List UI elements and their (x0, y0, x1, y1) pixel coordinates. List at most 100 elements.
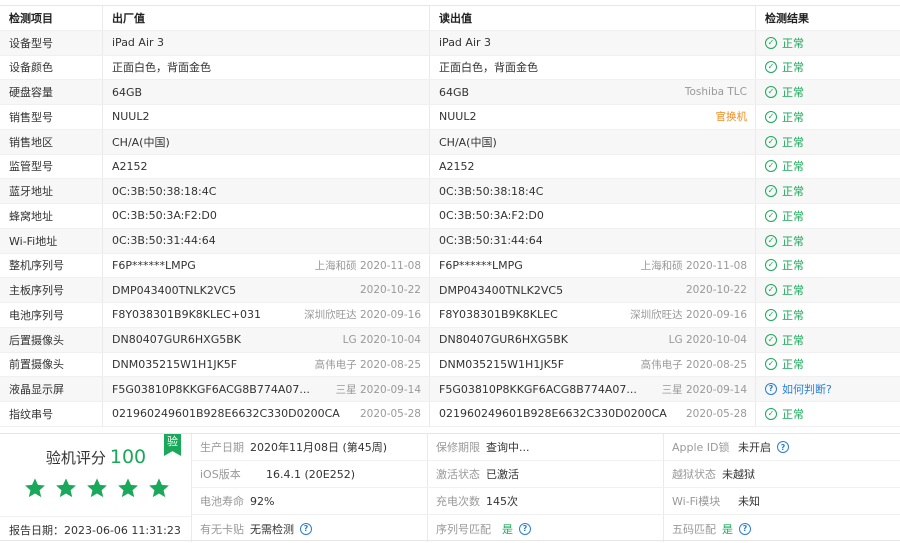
header-read: 读出值 (430, 6, 756, 30)
table-row: Wi-Fi地址 0C:3B:50:31:44:64 0C:3B:50:31:44:6… (0, 228, 900, 254)
result-cell: ✓ 正常 (756, 229, 900, 253)
read-value: 64GB (439, 85, 470, 99)
detail-row: 电池寿命 92% 充电次数 145次 Wi-Fi模块 未知 (192, 488, 900, 515)
table-row: 液晶显示屏 F5G03810P8KKGF6ACG8B774A07... 三星 202… (0, 377, 900, 402)
detail-value: 是 (502, 522, 513, 536)
factory-value: 021960249601B928E6632C330D0200CA (112, 407, 340, 421)
score-line: 验机评分 100 (0, 446, 192, 468)
read-note: 深圳欣旺达 2020-09-16 (630, 309, 747, 322)
item-name: Wi-Fi地址 (0, 228, 103, 253)
help-icon[interactable]: ? (519, 522, 531, 535)
result-label: 正常 (782, 86, 804, 100)
score-card: 验机评分 100 验 (0, 434, 192, 516)
read-cell: F6P******LMPG 上海和硕 2020-11-08 (430, 253, 756, 278)
read-value: CH/A(中国) (439, 135, 497, 149)
factory-value: CH/A(中国) (112, 135, 170, 149)
read-value: A2152 (439, 159, 475, 173)
factory-cell: CH/A(中国) (103, 129, 430, 154)
result-cell: ✓ 正常 (756, 56, 900, 80)
factory-cell: iPad Air 3 (103, 30, 430, 55)
read-cell: 0C:3B:50:3A:F2:D0 (430, 204, 756, 228)
check-circle-icon: ✓ (765, 284, 777, 297)
read-value: DNM035215W1H1JK5F (439, 357, 565, 371)
result-cell: ✓ 正常 (756, 278, 900, 302)
table-row: 销售地区 CH/A(中国) CH/A(中国) ✓ 正常 (0, 129, 900, 155)
read-value: 正面白色，背面金色 (439, 61, 538, 75)
read-note: 2020-10-22 (685, 284, 747, 297)
result-status: ✓ 正常 (765, 332, 804, 348)
factory-cell: 0C:3B:50:38:18:4C (103, 179, 430, 203)
star-icon (25, 478, 45, 498)
table-row: 监管型号 A2152 A2152 ✓ 正常 (0, 154, 900, 180)
detail-value: 未知 (738, 495, 760, 508)
detail-cell: Apple ID锁 未开启? (664, 434, 900, 460)
result-label: 正常 (782, 259, 804, 273)
factory-note: 上海和硕 2020-11-08 (314, 259, 421, 272)
result-label: 正常 (782, 308, 804, 322)
factory-cell: NUUL2 (103, 105, 430, 129)
result-cell: ✓ 正常 (756, 303, 900, 327)
report-date: 报告日期：2023-06-06 11:31:23 (0, 516, 192, 542)
factory-value: DNM035215W1H1JK5F (112, 357, 238, 371)
read-cell: iPad Air 3 (430, 30, 756, 55)
read-note: 2020-05-28 (685, 407, 747, 420)
read-value: iPad Air 3 (439, 36, 492, 50)
header-item: 检测项目 (0, 6, 103, 30)
header-factory: 出厂值 (103, 6, 430, 30)
result-status: ✓ 正常 (765, 282, 804, 298)
factory-cell: F8Y038301B9K8KLEC+031 深圳欣旺达 2020-09-16 (103, 303, 430, 327)
help-icon[interactable]: ? (777, 441, 789, 453)
result-cell: ✓ 正常 (756, 179, 900, 203)
read-cell: F8Y038301B9K8KLEC 深圳欣旺达 2020-09-16 (430, 303, 756, 327)
table-row: 设备颜色 正面白色，背面金色 正面白色，背面金色 ✓ 正常 (0, 55, 900, 81)
detail-value: 已激活 (486, 468, 519, 481)
detail-label: 保修期限 (436, 441, 480, 454)
table-row: 销售型号 NUUL2 NUUL2 官换机 ✓ 正常 (0, 105, 900, 130)
result-cell: ✓ 正常 (756, 254, 900, 278)
detail-label: 充电次数 (436, 495, 480, 508)
result-cell: ✓ 正常 (756, 353, 900, 377)
factory-note: 高伟电子 2020-08-25 (314, 358, 421, 371)
detail-cell: 电池寿命 92% (192, 488, 428, 514)
check-circle-icon: ✓ (765, 259, 777, 272)
result-cell: ✓ 正常 (756, 204, 900, 228)
star-icon (56, 478, 76, 498)
read-cell: 021960249601B928E6632C330D0200CA 2020-05-… (430, 402, 756, 426)
read-value: 0C:3B:50:3A:F2:D0 (439, 209, 544, 223)
table-row: 主板序列号 DMP043400TNLK2VC5 2020-10-22 DMP04340… (0, 278, 900, 303)
item-name: 设备型号 (0, 30, 103, 55)
detail-label: 序列号匹配 (436, 522, 491, 536)
factory-value: DMP043400TNLK2VC5 (112, 283, 237, 297)
how-to-judge-link[interactable]: ? 如何判断? (765, 381, 832, 397)
factory-note: 深圳欣旺达 2020-09-16 (304, 309, 421, 322)
detail-label: 五码匹配 (672, 522, 716, 536)
result-cell: ✓ 正常 (756, 130, 900, 154)
help-icon[interactable]: ? (300, 522, 312, 535)
detail-cell: iOS版本 16.4.1 (20E252) (192, 461, 428, 487)
detail-label: 电池寿命 (200, 495, 244, 508)
read-note: 上海和硕 2020-11-08 (640, 259, 747, 272)
detail-cell: 激活状态 已激活 (428, 461, 664, 487)
detail-label: 有无卡贴 (200, 522, 244, 536)
read-note: 官换机 (715, 111, 748, 124)
result-cell[interactable]: ? 如何判断? (756, 377, 900, 401)
check-circle-icon: ✓ (765, 61, 777, 74)
check-circle-icon: ✓ (765, 185, 777, 198)
table-row: 设备型号 iPad Air 3 iPad Air 3 ✓ 正常 (0, 30, 900, 56)
table-row: 电池序列号 F8Y038301B9K8KLEC+031 深圳欣旺达 2020-09-… (0, 303, 900, 328)
detail-label: Wi-Fi模块 (672, 495, 721, 508)
detail-value: 未越狱 (722, 468, 755, 481)
item-name: 蜂窝地址 (0, 204, 103, 228)
detail-value: 查询中... (486, 441, 530, 454)
item-name: 整机序列号 (0, 253, 103, 278)
result-label: 正常 (782, 135, 804, 149)
check-circle-icon: ✓ (765, 160, 777, 173)
result-label: 正常 (782, 284, 804, 298)
help-icon[interactable]: ? (739, 522, 751, 535)
factory-value: F6P******LMPG (112, 258, 196, 272)
check-circle-icon: ✓ (765, 308, 777, 321)
read-value: F6P******LMPG (439, 258, 523, 272)
detail-cell: 保修期限 查询中... (428, 434, 664, 460)
read-value: 021960249601B928E6632C330D0200CA (439, 407, 667, 421)
check-circle-icon: ✓ (765, 110, 777, 123)
